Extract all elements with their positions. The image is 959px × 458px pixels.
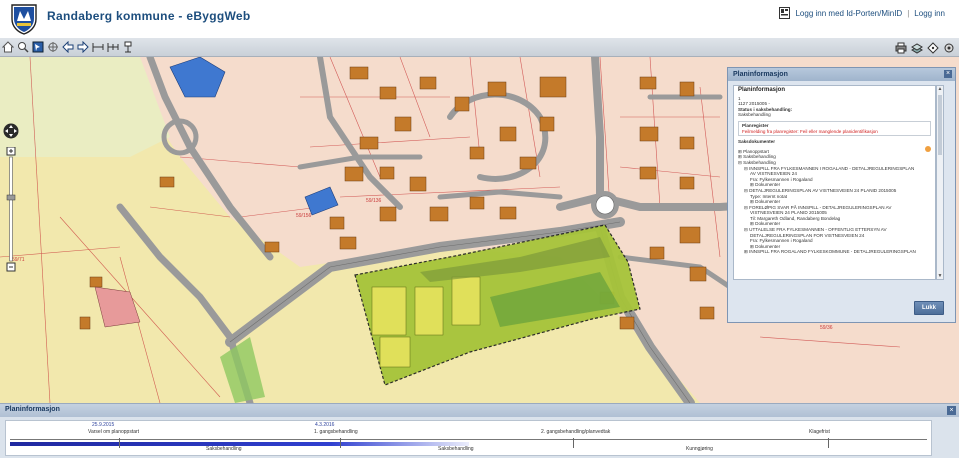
plan-register-error: Feilmelding fra planregister: Feil eller… xyxy=(742,128,878,134)
parcel-label-2: 59/136 xyxy=(366,198,382,204)
id-porten-icon[interactable] xyxy=(779,7,791,19)
timeline-axis xyxy=(10,439,927,440)
status-dot-icon xyxy=(925,146,931,152)
header: Randaberg kommune - eByggWeb Logg inn me… xyxy=(0,0,959,38)
timeline-tick xyxy=(828,438,829,448)
timeline-panel: Planinformasjon × 25.9.2015 4.3.2016 Var… xyxy=(0,403,959,458)
panel-scrollbar[interactable]: ▲ ▼ xyxy=(936,85,944,280)
login-area: Logg inn med Id-Porten/MinID | Logg inn xyxy=(779,7,945,19)
plan-register-box: Planregister Feilmelding fra planregiste… xyxy=(738,120,931,137)
login-link[interactable]: Logg inn xyxy=(914,9,945,18)
plan-info-panel: Planinformasjon × Planinformasjon 1 1127… xyxy=(727,67,956,323)
info-icon[interactable] xyxy=(121,39,134,55)
timeline-phase: Kunngjøring xyxy=(686,446,713,452)
pan-icon[interactable] xyxy=(106,39,119,55)
timeline-tick xyxy=(573,438,574,448)
timeline-milestone: 1. gangsbehandling xyxy=(314,429,358,435)
settings-icon[interactable] xyxy=(942,40,955,56)
login-separator: | xyxy=(907,8,910,18)
forward-arrow-icon[interactable] xyxy=(76,39,89,55)
map-toolbar xyxy=(0,38,959,57)
parcel-label-3: 59/156 xyxy=(296,213,312,219)
close-button[interactable]: Lukk xyxy=(914,301,944,315)
layers-icon[interactable] xyxy=(910,40,923,56)
panel-heading: Planinformasjon xyxy=(738,87,786,93)
ruler-icon[interactable] xyxy=(91,39,104,55)
zoom-slider[interactable] xyxy=(6,147,16,272)
panel-close-button[interactable]: × xyxy=(944,70,952,78)
timeline-tick xyxy=(119,438,120,448)
scroll-down-icon[interactable]: ▼ xyxy=(937,273,943,279)
measure-icon[interactable] xyxy=(46,39,59,55)
municipality-logo[interactable] xyxy=(10,3,38,35)
timeline-phase: Saksbehandling xyxy=(438,446,474,452)
tree-item[interactable]: ⊞ INNSPILL FRA ROGALAND FYLKESKOMMUNE - … xyxy=(738,249,931,255)
timeline: 25.9.2015 4.3.2016 Varsel om planoppstar… xyxy=(5,420,932,456)
panel-header: Planinformasjon xyxy=(728,68,955,81)
panel-title: Planinformasjon xyxy=(733,71,788,78)
scroll-up-icon[interactable]: ▲ xyxy=(937,86,943,92)
login-idporten-link[interactable]: Logg inn med Id-Porten/MinID xyxy=(795,9,902,18)
timeline-milestone: Varsel om planoppstart xyxy=(88,429,140,435)
pan-control-icon[interactable] xyxy=(3,123,19,139)
timeline-date: 4.3.2016 xyxy=(315,422,335,428)
zoom-icon[interactable] xyxy=(16,39,29,55)
timeline-close-button[interactable]: × xyxy=(947,406,956,415)
timeline-milestone: 2. gangsbehandling/planvedtak xyxy=(541,429,611,435)
home-icon[interactable] xyxy=(1,39,14,55)
timeline-header: Planinformasjon × xyxy=(0,404,959,417)
timeline-tick xyxy=(340,438,341,448)
select-icon[interactable] xyxy=(31,39,44,55)
help-icon[interactable] xyxy=(926,40,939,56)
status-value: Saksbehandling xyxy=(738,112,771,118)
timeline-phase: Saksbehandling xyxy=(206,446,242,452)
timeline-title: Planinformasjon xyxy=(5,406,60,413)
back-arrow-icon[interactable] xyxy=(61,39,74,55)
print-icon[interactable] xyxy=(894,40,907,56)
documents-tree: ⊞ Planoppstart ⊞ Saksbehandling ⊟ Saksbe… xyxy=(738,149,931,255)
scroll-thumb[interactable] xyxy=(938,95,942,155)
app-title: Randaberg kommune - eByggWeb xyxy=(47,9,251,23)
panel-content: Planinformasjon 1 1127 2015005 - Status … xyxy=(733,85,936,280)
documents-label: Saksdokumenter xyxy=(738,139,776,145)
timeline-milestone: Klagefrist xyxy=(809,429,830,435)
parcel-label-4: 59/36 xyxy=(820,325,833,331)
timeline-date: 25.9.2015 xyxy=(92,422,115,428)
